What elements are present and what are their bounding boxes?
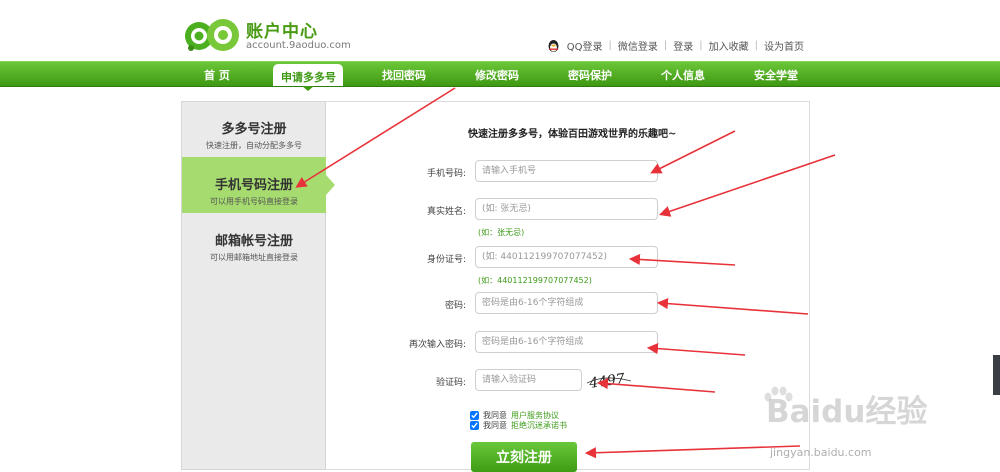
logo-title: 账户中心 (246, 22, 318, 42)
watermark-brand: Baidu经验 (766, 394, 928, 430)
qq-login-link[interactable]: QQ登录 (561, 38, 609, 53)
idcard-label: 身份证号: (426, 255, 466, 265)
password-label: 密码: (444, 301, 466, 311)
agree-anti-addiction-label: 我同意 (483, 421, 507, 430)
sidebar-item-subtitle: 可以用邮箱地址直接登录 (210, 253, 298, 262)
password-confirm-input[interactable] (475, 331, 658, 353)
idcard-input[interactable] (475, 246, 658, 268)
top-links: QQ登录 | 微信登录 | 登录 | 加入收藏 | 设为首页 (547, 38, 810, 53)
captcha-image[interactable]: 4497 (585, 368, 635, 390)
anti-addiction-link[interactable]: 拒绝沉迷承诺书 (511, 420, 567, 431)
phone-input[interactable] (475, 160, 658, 182)
sidebar-item-title: 多多号注册 (221, 122, 287, 137)
nav-personal-info[interactable]: 个人信息 (661, 67, 705, 83)
name-input[interactable] (475, 198, 658, 220)
qq-penguin-icon (548, 39, 559, 52)
wechat-login-link[interactable]: 微信登录 (612, 38, 664, 53)
name-label: 真实姓名: (426, 207, 466, 217)
password-input[interactable] (475, 292, 658, 314)
nav-find-password[interactable]: 找回密码 (382, 67, 426, 83)
nav-change-password[interactable]: 修改密码 (475, 67, 519, 83)
captcha-label: 验证码: (435, 378, 466, 388)
main-nav: 首 页 找回密码 修改密码 密码保护 个人信息 安全学堂 (0, 61, 1000, 87)
form-title: 快速注册多多号，体验百田游戏世界的乐趣吧~ (468, 129, 677, 140)
set-homepage-link[interactable]: 设为首页 (758, 38, 810, 53)
nav-home[interactable]: 首 页 (204, 67, 230, 83)
watermark-url: jingyan.baidu.com (770, 446, 872, 459)
sidebar-item-title: 邮箱帐号注册 (214, 234, 293, 249)
captcha-text: 4497 (587, 371, 626, 390)
nav-password-protection[interactable]: 密码保护 (568, 67, 612, 83)
add-favorite-link[interactable]: 加入收藏 (703, 38, 755, 53)
nav-security-school[interactable]: 安全学堂 (754, 67, 798, 83)
name-hint: (如：张无忌) (478, 228, 525, 237)
password-confirm-label: 再次输入密码: (408, 340, 466, 350)
logo-icon (185, 19, 239, 51)
phone-label: 手机号码: (426, 169, 466, 179)
nav-active-arrow (302, 86, 314, 91)
sidebar-item-email[interactable]: 邮箱帐号注册 可以用邮箱地址直接登录 (182, 213, 326, 269)
sidebar-active-notch (326, 175, 335, 195)
scrollbar-edge (993, 355, 1000, 395)
nav-apply-label: 申请多多号 (281, 71, 336, 84)
sidebar-item-subtitle: 快速注册，自动分配多多号 (206, 141, 302, 150)
agree-anti-addiction-checkbox[interactable] (470, 421, 479, 430)
logo-domain: account.9aoduo.com (246, 40, 351, 51)
sidebar-item-duoduo[interactable]: 多多号注册 快速注册，自动分配多多号 (182, 101, 326, 157)
register-button[interactable]: 立刻注册 (471, 442, 577, 472)
login-link[interactable]: 登录 (667, 38, 699, 53)
idcard-hint: (如：440112199707077452) (478, 276, 592, 285)
captcha-input[interactable] (475, 369, 582, 391)
agree-terms-checkbox[interactable] (470, 411, 479, 420)
sidebar-item-title: 手机号码注册 (214, 178, 293, 193)
sidebar-item-subtitle: 可以用手机号码直接登录 (210, 197, 298, 206)
agree-anti-addiction-row: 我同意 拒绝沉迷承诺书 (470, 420, 567, 431)
sidebar-item-phone[interactable]: 手机号码注册 可以用手机号码直接登录 (182, 157, 326, 213)
